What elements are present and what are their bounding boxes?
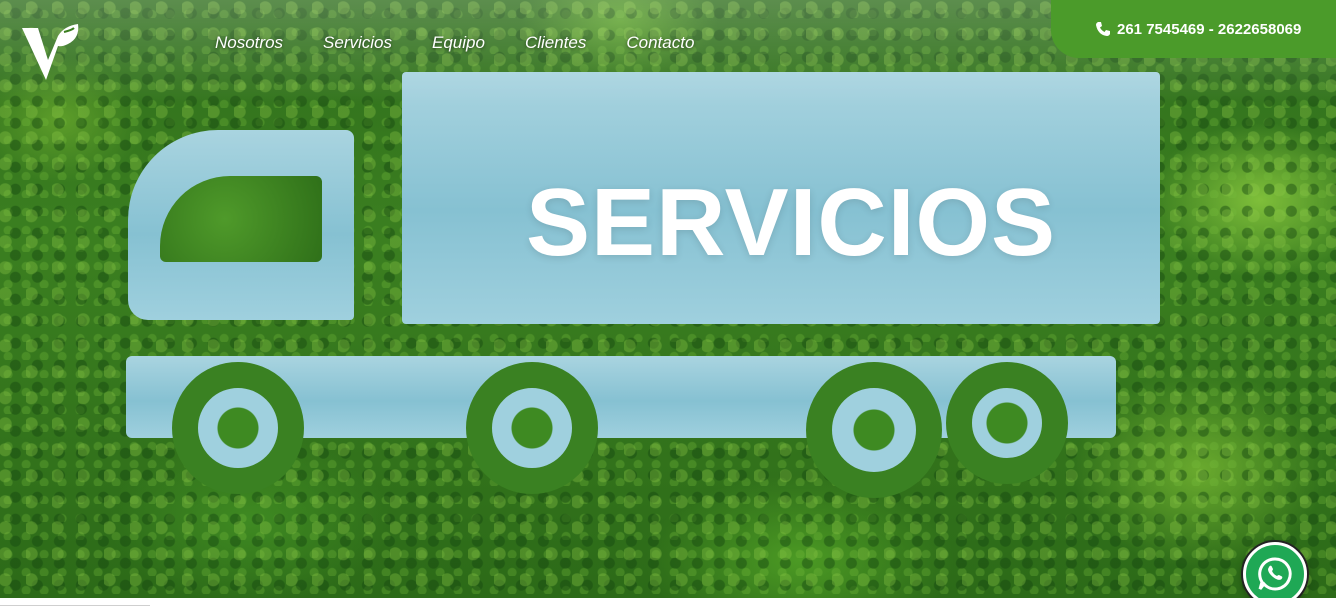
nav-item-contacto[interactable]: Contacto xyxy=(626,33,694,53)
page-bottom xyxy=(0,598,1336,612)
hero-banner: SERVICIOS xyxy=(0,0,1336,598)
nav-item-servicios[interactable]: Servicios xyxy=(323,33,392,53)
main-nav: Nosotros Servicios Equipo Clientes Conta… xyxy=(215,33,694,53)
site-logo[interactable] xyxy=(20,22,88,82)
nav-item-nosotros[interactable]: Nosotros xyxy=(215,33,283,53)
whatsapp-button[interactable] xyxy=(1243,542,1307,606)
nav-item-equipo[interactable]: Equipo xyxy=(432,33,485,53)
phone-numbers: 261 7545469 - 2622658069 xyxy=(1117,20,1302,38)
whatsapp-icon xyxy=(1258,557,1292,591)
divider-line xyxy=(0,605,150,606)
phone-icon xyxy=(1096,22,1110,36)
hero-title: SERVICIOS xyxy=(526,169,1057,276)
nav-item-clientes[interactable]: Clientes xyxy=(525,33,586,53)
leaf-v-logo-icon xyxy=(22,24,79,80)
truck-wheel xyxy=(806,362,942,498)
truck-wheel xyxy=(466,362,598,494)
truck-wheel xyxy=(172,362,304,494)
truck-wheel xyxy=(946,362,1068,484)
phone-contact-button[interactable]: 261 7545469 - 2622658069 xyxy=(1051,0,1336,58)
